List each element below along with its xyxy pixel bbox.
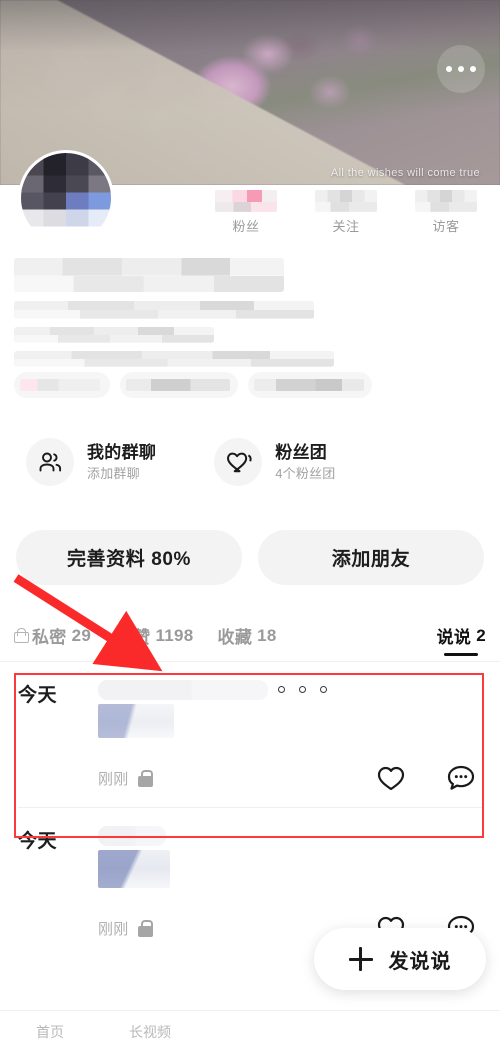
dot	[458, 66, 464, 72]
profile-name-redacted	[14, 258, 284, 292]
post-text-redacted	[98, 680, 268, 700]
profile-name-and-bio	[14, 258, 354, 367]
post-body: 刚刚	[98, 680, 482, 793]
cover-caption-text: All the wishes will come true	[330, 167, 480, 179]
dot	[446, 66, 452, 72]
post-content: 今天 刚刚	[18, 680, 482, 793]
stat-visitors[interactable]: 访客	[396, 190, 496, 235]
tab-likes[interactable]: 赞 1198	[115, 610, 193, 662]
profile-tag[interactable]	[248, 372, 372, 398]
post-content: 今天 刚刚	[18, 826, 482, 943]
tab-favorites-count: 18	[257, 625, 277, 645]
dot	[320, 686, 327, 693]
tab-likes-count: 1198	[155, 625, 194, 645]
heart-icon[interactable]	[376, 765, 406, 792]
profile-stats: 粉丝 关注 访客	[196, 190, 496, 235]
profile-page: All the wishes will come true 粉丝 关注 访客 我…	[0, 0, 500, 1043]
post-footer: 刚刚	[98, 764, 482, 793]
nav-item-home[interactable]: 首页	[0, 1025, 100, 1043]
profile-bio-line-redacted	[14, 327, 214, 343]
tab-private-count: 29	[71, 625, 92, 645]
tag-text-redacted	[126, 379, 230, 391]
nav-item-long-video[interactable]: 长视频	[100, 1025, 200, 1043]
entry-subtitle: 添加群聊	[87, 465, 140, 481]
dot	[470, 66, 476, 72]
profile-bio-line-redacted	[14, 351, 334, 367]
three-dots-icon[interactable]	[278, 686, 327, 693]
tab-favorites[interactable]: 收藏 18	[218, 610, 277, 662]
more-horizontal-icon[interactable]	[437, 45, 485, 93]
nav-item-4[interactable]	[400, 1025, 500, 1043]
stat-fans-label: 粉丝	[232, 219, 260, 234]
profile-bio-line-redacted	[14, 301, 314, 319]
fab-label: 发说说	[388, 950, 452, 973]
lock-filled-icon	[137, 770, 154, 787]
post-text-redacted	[98, 826, 166, 846]
content-tabs: 私密 29 赞 1198 收藏 18 说说 2	[0, 610, 500, 662]
entry-text: 我的群聊 添加群聊	[87, 442, 156, 483]
entry-title: 粉丝团	[275, 442, 328, 462]
post-thumbnail-redacted[interactable]	[98, 850, 170, 888]
plus-icon	[348, 947, 373, 971]
post-body: 刚刚	[98, 826, 482, 943]
tab-private[interactable]: 私密 29	[14, 610, 91, 662]
lock-icon	[115, 628, 131, 643]
tag-text-redacted	[254, 379, 364, 391]
bottom-navigation: 首页 长视频	[0, 1010, 500, 1043]
stat-fans-value-redacted	[215, 190, 277, 212]
comment-bubble-icon[interactable]	[446, 764, 476, 793]
dot	[299, 686, 306, 693]
tab-shuoshuo-count: 2	[476, 625, 486, 645]
group-chat-icon	[26, 438, 74, 486]
fan-club-heart-icon	[214, 438, 263, 486]
tab-shuoshuo-label: 说说	[436, 628, 472, 647]
avatar[interactable]	[18, 150, 114, 246]
complete-profile-button[interactable]: 完善资料 80%	[16, 530, 242, 585]
lock-filled-icon	[137, 920, 154, 937]
stat-following-value-redacted	[315, 190, 377, 212]
tab-shuoshuo[interactable]: 说说 2	[437, 610, 486, 662]
quick-entries: 我的群聊 添加群聊 粉丝团 4个粉丝团	[0, 438, 500, 486]
post-timestamp: 刚刚	[98, 771, 129, 788]
stat-following[interactable]: 关注	[296, 190, 396, 235]
post-date: 今天	[18, 685, 58, 706]
entry-subtitle: 4个粉丝团	[275, 465, 336, 481]
profile-tag[interactable]	[14, 372, 110, 398]
stat-visitors-value-redacted	[415, 190, 477, 212]
lock-icon	[14, 628, 29, 643]
profile-action-buttons: 完善资料 80% 添加朋友	[0, 530, 500, 585]
add-friend-button[interactable]: 添加朋友	[258, 530, 484, 585]
post-date: 今天	[18, 831, 58, 852]
post-actions	[376, 764, 482, 793]
entry-text: 粉丝团 4个粉丝团	[275, 442, 335, 483]
stat-fans[interactable]: 粉丝	[196, 190, 296, 235]
avatar-redacted-image	[21, 153, 111, 243]
dot	[278, 686, 285, 693]
post-thumbnail-redacted[interactable]	[98, 704, 174, 738]
profile-tag[interactable]	[120, 372, 238, 398]
entry-my-group-chat[interactable]: 我的群聊 添加群聊	[26, 438, 156, 486]
post-item[interactable]: 今天 刚刚	[0, 662, 500, 807]
tab-favorites-label: 收藏	[217, 628, 253, 647]
nav-item-3[interactable]	[300, 1025, 400, 1043]
entry-fan-club[interactable]: 粉丝团 4个粉丝团	[214, 438, 335, 486]
stat-visitors-label: 访客	[432, 219, 460, 234]
tab-underline	[444, 652, 479, 656]
entry-title: 我的群聊	[87, 442, 157, 462]
tab-private-label: 私密	[32, 628, 67, 647]
tab-likes-label: 赞	[133, 628, 151, 647]
post-shuoshuo-fab[interactable]: 发说说	[314, 928, 486, 990]
profile-tags	[14, 372, 372, 398]
tag-text-redacted	[20, 379, 100, 391]
post-timestamp: 刚刚	[98, 921, 129, 938]
post-feed: 今天 刚刚 今天 刚刚	[0, 662, 500, 957]
stat-following-label: 关注	[332, 219, 360, 234]
